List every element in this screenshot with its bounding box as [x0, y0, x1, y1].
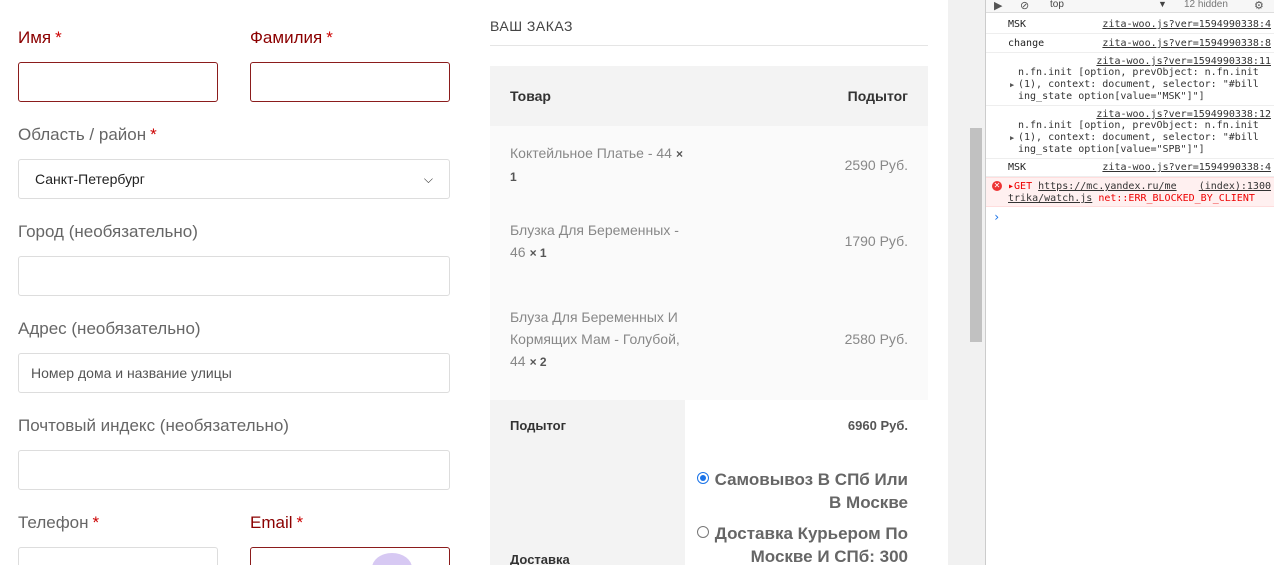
- gear-icon[interactable]: ⚙: [1254, 0, 1264, 12]
- table-header: Товар Подытог: [490, 66, 928, 126]
- postcode-input[interactable]: [18, 450, 450, 490]
- city-input[interactable]: [18, 256, 450, 296]
- chevron-down-icon: ⌵: [423, 171, 433, 186]
- source-link[interactable]: zita-woo.js?ver=1594990338:11: [1096, 56, 1271, 67]
- console-error: ✕ ▸GET https://mc.yandex.ru/me (index):1…: [986, 177, 1274, 207]
- billing-form: Имя * Фамилия * Область / район * Санкт-Пет…: [0, 0, 470, 565]
- table-row: Коктейльное Платье - 44 × 1 2590 Руб.: [490, 126, 928, 204]
- product-price: 2590 Руб.: [844, 157, 908, 173]
- product-price: 2580 Руб.: [844, 331, 908, 347]
- console-message: zita-woo.js?ver=1594990338:12 n.fn.init …: [986, 107, 1274, 159]
- error-url-link[interactable]: https://mc.yandex.ru/me: [1038, 181, 1176, 192]
- source-link[interactable]: zita-woo.js?ver=1594990338:4: [1102, 162, 1271, 173]
- region-select-value: Санкт-Петербург: [35, 171, 145, 187]
- expand-triangle-icon[interactable]: ▶: [1010, 81, 1014, 89]
- radio-icon[interactable]: [696, 526, 709, 538]
- totals-section: Подытог 6960 Руб. Доставка Самовывоз В С…: [490, 400, 928, 565]
- subtotal-label: Подытог: [510, 418, 567, 433]
- first-name-label: Имя *: [18, 28, 62, 47]
- devtools-console: ▶ ⊘ top ▼ 12 hidden ⚙ MSK zita-woo.js?ve…: [985, 0, 1274, 565]
- clear-console-icon[interactable]: ⊘: [1020, 0, 1029, 12]
- table-row: Блуза Для Беременных И Кормящих Мам - Го…: [490, 278, 928, 400]
- scrollbar-thumb[interactable]: [970, 128, 982, 342]
- subtotal-value: 6960 Руб.: [847, 418, 908, 433]
- console-message: MSK zita-woo.js?ver=1594990338:4: [986, 160, 1274, 177]
- region-label: Область / район *: [18, 125, 157, 144]
- product-name: Блуза Для Беременных И Кормящих Мам - Го…: [510, 308, 680, 369]
- hidden-count: 12 hidden: [1184, 0, 1228, 10]
- source-link[interactable]: (index):1300: [1199, 181, 1271, 192]
- order-title: ВАШ ЗАКАЗ: [490, 18, 574, 34]
- shipping-option-courier[interactable]: Доставка Курьером По Москве И СПб: 300: [688, 522, 908, 565]
- city-label: Город (необязательно): [18, 222, 198, 241]
- sidebar-toggle-icon[interactable]: ▶: [994, 0, 1002, 12]
- shipping-label: Доставка: [510, 552, 570, 565]
- chevron-down-icon[interactable]: ▼: [1158, 0, 1167, 9]
- source-link[interactable]: zita-woo.js?ver=1594990338:12: [1096, 109, 1271, 120]
- product-name: Коктейльное Платье - 44 × 1: [510, 145, 683, 184]
- phone-input[interactable]: [18, 547, 218, 565]
- source-link[interactable]: zita-woo.js?ver=1594990338:4: [1102, 19, 1271, 30]
- product-qty: × 1: [529, 245, 547, 260]
- console-prompt-icon[interactable]: ›: [993, 210, 1000, 224]
- postcode-label: Почтовый индекс (необязательно): [18, 416, 289, 435]
- console-message: MSK zita-woo.js?ver=1594990338:4: [986, 17, 1274, 34]
- source-link[interactable]: zita-woo.js?ver=1594990338:8: [1102, 38, 1271, 49]
- product-name: Блузка Для Беременных - 46 × 1: [510, 221, 679, 260]
- context-select[interactable]: top: [1050, 0, 1064, 10]
- email-input[interactable]: [250, 547, 450, 565]
- email-label: Email *: [250, 513, 304, 532]
- column-header-product: Товар: [510, 88, 551, 104]
- radio-selected-icon[interactable]: [696, 472, 709, 484]
- product-price: 1790 Руб.: [844, 233, 908, 249]
- console-toolbar: ▶ ⊘ top ▼ 12 hidden ⚙: [986, 0, 1274, 13]
- error-icon: ✕: [992, 181, 1002, 191]
- phone-label: Телефон *: [18, 513, 100, 532]
- address-input[interactable]: [18, 353, 450, 393]
- column-header-subtotal: Подытог: [847, 88, 908, 104]
- last-name-input[interactable]: [250, 62, 450, 102]
- expand-triangle-icon[interactable]: ▶: [1010, 134, 1014, 142]
- address-label: Адрес (необязательно): [18, 319, 201, 338]
- first-name-input[interactable]: [18, 62, 218, 102]
- region-select[interactable]: Санкт-Петербург ⌵: [18, 159, 450, 199]
- console-message: zita-woo.js?ver=1594990338:11 n.fn.init …: [986, 54, 1274, 106]
- console-message: change zita-woo.js?ver=1594990338:8: [986, 35, 1274, 53]
- table-row: Блузка Для Беременных - 46 × 1 1790 Руб.: [490, 204, 928, 278]
- last-name-label: Фамилия *: [250, 28, 333, 47]
- product-qty: × 2: [529, 354, 547, 369]
- divider: [490, 45, 928, 46]
- order-review: ВАШ ЗАКАЗ Товар Подытог Коктейльное Плат…: [490, 0, 928, 565]
- order-table: Товар Подытог Коктейльное Платье - 44 × 1…: [490, 66, 928, 400]
- shipping-option-pickup[interactable]: Самовывоз В СПб Или В Москве: [688, 468, 908, 514]
